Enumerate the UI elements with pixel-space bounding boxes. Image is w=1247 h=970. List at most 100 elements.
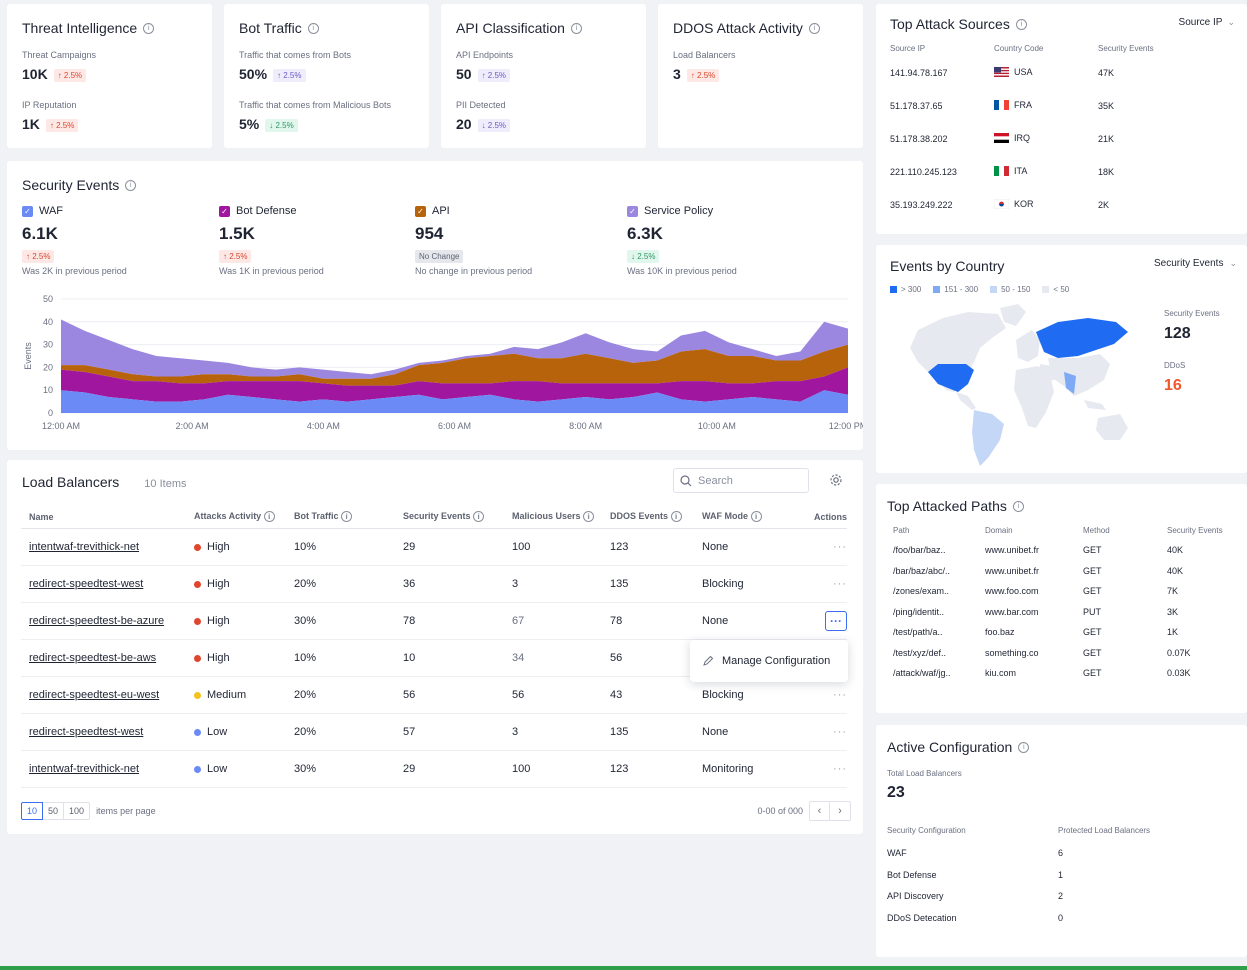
metric-toggle[interactable]: ✓ Service Policy: [627, 205, 817, 217]
path-cell[interactable]: /test/path/a..: [893, 627, 943, 637]
info-icon[interactable]: i: [670, 511, 682, 523]
checkbox-icon[interactable]: ✓: [219, 205, 230, 217]
checkbox-icon[interactable]: ✓: [22, 205, 33, 217]
activity-label: High: [207, 578, 230, 590]
table-row[interactable]: intentwaf-trevithick-net High 10% 29 100 123 N…: [21, 529, 847, 566]
metric-dropdown[interactable]: Security Events ⌄: [1154, 258, 1237, 269]
path-cell[interactable]: /test/xyz/def..: [893, 648, 946, 658]
load-balancer-link[interactable]: redirect-speedtest-be-azure: [29, 615, 164, 627]
country-code: ITA: [1014, 166, 1028, 176]
table-row[interactable]: redirect-speedtest-eu-west Medium 20% 56 56 4…: [21, 677, 847, 714]
info-icon[interactable]: i: [808, 22, 820, 34]
cell-ddos-events: 56: [610, 652, 623, 664]
page-size-option[interactable]: 10: [21, 802, 44, 820]
load-balancer-link[interactable]: redirect-speedtest-west: [29, 726, 143, 738]
more-actions-icon[interactable]: ···: [833, 541, 847, 553]
metric-toggle[interactable]: ✓ WAF: [22, 205, 212, 217]
page-size-selector: 10 50 100 items per page: [21, 802, 156, 820]
page-size-option[interactable]: 100: [64, 802, 91, 820]
source-dropdown[interactable]: Source IP ⌄: [1179, 17, 1235, 28]
cell-actions: ···: [807, 578, 847, 590]
info-icon[interactable]: i: [1012, 500, 1024, 512]
load-balancer-link[interactable]: intentwaf-trevithick-net: [29, 541, 139, 553]
cell-malicious-users: 56: [512, 689, 525, 701]
x-tick-label: 12:00 PM: [829, 421, 863, 431]
info-icon[interactable]: i: [307, 22, 319, 34]
x-tick-label: 12:00 AM: [42, 421, 80, 431]
next-page-icon[interactable]: ›: [830, 802, 850, 820]
cell-activity: High: [194, 615, 294, 627]
source-ip[interactable]: 35.193.249.222: [890, 200, 953, 210]
info-icon[interactable]: i: [341, 511, 353, 523]
checkbox-icon[interactable]: ✓: [415, 205, 426, 217]
info-icon[interactable]: i: [570, 22, 582, 34]
path-cell[interactable]: /bar/baz/abc/..: [893, 566, 950, 576]
path-cell[interactable]: /foo/bar/baz..: [893, 545, 946, 555]
range-label: 0-00 of 000: [757, 806, 803, 816]
status-dot: [194, 580, 201, 588]
table-row[interactable]: redirect-speedtest-west High 20% 36 3 135 Bloc…: [21, 566, 847, 603]
column-header[interactable]: Attacks Activity i: [194, 511, 294, 523]
info-icon[interactable]: i: [263, 511, 275, 523]
total-label: Total Load Balancers: [887, 769, 962, 778]
map-region-europe: [1016, 330, 1040, 362]
cell-ddos-events: 43: [610, 689, 623, 701]
table-row[interactable]: redirect-speedtest-west Low 20% 57 3 135 None ·…: [21, 714, 847, 751]
gear-icon[interactable]: [829, 473, 843, 492]
search-input[interactable]: Search: [673, 468, 809, 493]
cell-waf-mode: Blocking: [702, 689, 744, 701]
column-header[interactable]: DDOS Events i: [610, 511, 702, 523]
source-ip[interactable]: 221.110.245.123: [890, 167, 957, 177]
column-header[interactable]: Security Events i: [403, 511, 512, 523]
info-icon[interactable]: i: [1015, 18, 1027, 30]
info-icon[interactable]: i: [473, 511, 485, 523]
info-icon[interactable]: i: [143, 22, 155, 34]
load-balancer-link[interactable]: redirect-speedtest-eu-west: [29, 689, 159, 701]
table-row[interactable]: intentwaf-trevithick-net Low 30% 29 100 123 Mo…: [21, 751, 847, 788]
source-ip[interactable]: 51.178.38.202: [890, 134, 948, 144]
info-icon[interactable]: i: [125, 179, 137, 191]
metric-toggle[interactable]: ✓ Bot Defense: [219, 205, 409, 217]
event-count: 21K: [1098, 134, 1115, 144]
column-header[interactable]: Bot Traffic i: [294, 511, 403, 523]
page-size-option[interactable]: 50: [43, 802, 65, 820]
path-cell[interactable]: /zones/exam..: [893, 586, 949, 596]
delta-badge: ↑ 2.5%: [45, 118, 79, 132]
top-attacked-paths-title: Top Attacked Paths i: [887, 498, 1024, 514]
load-balancer-link[interactable]: intentwaf-trevithick-net: [29, 763, 139, 775]
info-icon[interactable]: i: [583, 511, 595, 523]
more-actions-icon[interactable]: ···: [833, 763, 847, 775]
prev-page-icon[interactable]: ‹: [810, 802, 830, 820]
method-cell: GET: [1083, 627, 1102, 637]
table-row[interactable]: redirect-speedtest-be-azure High 30% 78 67 78…: [21, 603, 847, 640]
load-balancer-link[interactable]: redirect-speedtest-be-aws: [29, 652, 156, 664]
world-map[interactable]: [888, 300, 1144, 470]
column-header[interactable]: WAF Mode i: [702, 511, 807, 523]
method-cell: GET: [1083, 565, 1102, 576]
column-header[interactable]: Name: [21, 512, 194, 522]
more-actions-icon[interactable]: ···: [833, 578, 847, 590]
column-header[interactable]: Malicious Users i: [512, 511, 610, 523]
load-balancers-card: Load Balancers 10 Items Search Name Atta…: [7, 460, 863, 834]
checkbox-icon[interactable]: ✓: [627, 205, 638, 217]
manage-configuration-item[interactable]: Manage Configuration: [722, 655, 830, 667]
cell-security-events: 10: [403, 652, 416, 664]
source-ip[interactable]: 141.94.78.167: [890, 68, 948, 78]
metric-value: 6.3K: [627, 224, 663, 243]
load-balancer-link[interactable]: redirect-speedtest-west: [29, 578, 143, 590]
delta-badge: ↓ 2.5%: [627, 250, 660, 263]
more-actions-icon[interactable]: ···: [833, 689, 847, 701]
metric-toggle[interactable]: ✓ API: [415, 205, 605, 217]
activity-label: High: [207, 541, 230, 553]
cell-activity: Low: [194, 763, 294, 775]
info-icon[interactable]: i: [750, 511, 762, 523]
item-count: 10 Items: [144, 478, 187, 490]
domain-cell: www.unibet.fr: [985, 545, 1040, 555]
more-actions-icon[interactable]: ···: [825, 611, 847, 631]
path-cell[interactable]: /attack/waf/jg..: [893, 668, 951, 678]
path-cell[interactable]: /ping/identit..: [893, 607, 944, 617]
info-icon[interactable]: i: [1018, 741, 1030, 753]
more-actions-icon[interactable]: ···: [833, 726, 847, 738]
source-ip[interactable]: 51.178.37.65: [890, 101, 943, 111]
cell-name: redirect-speedtest-be-aws: [21, 652, 194, 664]
